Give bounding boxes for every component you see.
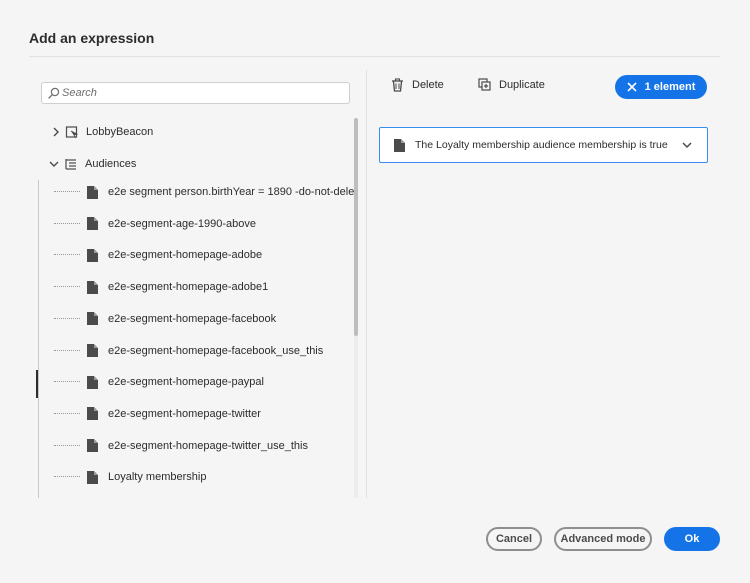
scrollbar-thumb[interactable] <box>354 118 358 336</box>
search-box[interactable] <box>41 82 350 104</box>
document-icon <box>87 344 98 357</box>
document-icon <box>87 185 98 199</box>
tree-connector <box>54 444 80 447</box>
audience-item[interactable]: e2e-segment-homepage-twitter_use_this <box>54 436 308 456</box>
advanced-mode-button[interactable]: Advanced mode <box>554 527 652 551</box>
close-icon[interactable] <box>627 82 637 92</box>
audience-item-label: e2e-segment-homepage-facebook_use_this <box>108 344 324 357</box>
chevron-down-icon[interactable] <box>681 139 693 151</box>
audience-item[interactable]: e2e-segment-homepage-facebook <box>54 309 276 329</box>
delete-label: Delete <box>412 79 444 91</box>
audience-item-label: e2e-segment-age-1990-above <box>108 217 256 230</box>
tree-node-label: Audiences <box>85 158 137 170</box>
beacon-icon <box>65 126 79 139</box>
condition-text: The Loyalty membership audience membersh… <box>415 139 668 151</box>
document-icon <box>87 248 98 262</box>
ok-button[interactable]: Ok <box>664 527 720 551</box>
audience-item[interactable]: e2e-segment-homepage-adobe <box>54 245 262 265</box>
tree-guide-line <box>38 180 39 498</box>
duplicate-icon <box>478 78 491 91</box>
chevron-down-icon[interactable] <box>48 158 60 170</box>
audience-item[interactable]: e2e-segment-homepage-paypal <box>54 372 264 392</box>
tree-node-audiences[interactable]: Audiences <box>48 152 136 176</box>
dialog-title: Add an expression <box>29 30 155 46</box>
panel-divider <box>366 70 367 498</box>
document-icon <box>87 312 98 326</box>
scrollbar[interactable] <box>354 118 358 498</box>
tree-connector <box>54 381 80 383</box>
duplicate-button[interactable]: Duplicate <box>478 76 545 94</box>
audience-item[interactable]: Loyalty membership <box>54 467 206 487</box>
tree-connector <box>54 286 80 288</box>
audience-item-label: e2e-segment-homepage-twitter <box>108 407 261 420</box>
search-input[interactable] <box>62 85 342 101</box>
left-panel: LobbyBeacon Audiences e2e segment person… <box>28 70 366 498</box>
document-icon <box>87 470 98 484</box>
tree-connector <box>54 412 80 415</box>
tree-view: LobbyBeacon Audiences e2e segment person… <box>28 116 354 498</box>
audience-item[interactable]: e2e-segment-homepage-twitter <box>54 404 261 424</box>
audience-item[interactable]: e2e-segment-homepage-facebook_use_this <box>54 341 323 361</box>
duplicate-label: Duplicate <box>499 79 545 91</box>
list-icon <box>65 159 76 170</box>
tree-connector <box>54 191 80 193</box>
audience-item[interactable]: e2e segment person.birthYear = 1890 -do-… <box>54 182 354 202</box>
document-icon <box>394 138 405 152</box>
drag-handle[interactable] <box>36 370 38 398</box>
tree-connector <box>54 317 80 320</box>
document-icon <box>87 439 98 453</box>
search-icon <box>48 87 60 99</box>
document-icon <box>87 217 98 231</box>
tree-connector <box>54 476 80 478</box>
cancel-button[interactable]: Cancel <box>486 527 542 551</box>
document-icon <box>87 280 98 294</box>
chevron-right-icon[interactable] <box>50 126 62 138</box>
trash-icon <box>392 78 403 92</box>
audience-item-label: Loyalty membership <box>108 471 207 484</box>
audience-item[interactable]: e2e-segment-age-1990-above <box>54 214 256 234</box>
audience-item-label: e2e-segment-homepage-adobe1 <box>108 281 269 294</box>
audience-item-label: e2e-segment-homepage-facebook <box>108 312 277 325</box>
tree-node-label: LobbyBeacon <box>86 126 154 138</box>
document-icon <box>87 375 98 389</box>
tree-node-lobbybeacon[interactable]: LobbyBeacon <box>50 120 153 144</box>
selection-count-label: 1 element <box>644 81 696 93</box>
title-divider <box>29 56 720 57</box>
audience-item-label: e2e segment person.birthYear = 1890 -do-… <box>108 186 354 198</box>
audience-item-label: e2e-segment-homepage-adobe <box>108 249 263 262</box>
audience-item-label: e2e-segment-homepage-paypal <box>108 376 264 389</box>
document-icon <box>87 407 98 421</box>
tree-connector <box>54 222 80 225</box>
audience-item[interactable]: e2e-segment-homepage-adobe1 <box>54 277 268 297</box>
audience-item-label: e2e-segment-homepage-twitter_use_this <box>108 439 308 452</box>
delete-button[interactable]: Delete <box>391 76 444 94</box>
tree-connector <box>54 254 80 256</box>
selection-count-button[interactable]: 1 element <box>615 75 707 99</box>
tree-connector <box>54 349 80 352</box>
condition-card[interactable]: The Loyalty membership audience membersh… <box>379 127 708 163</box>
